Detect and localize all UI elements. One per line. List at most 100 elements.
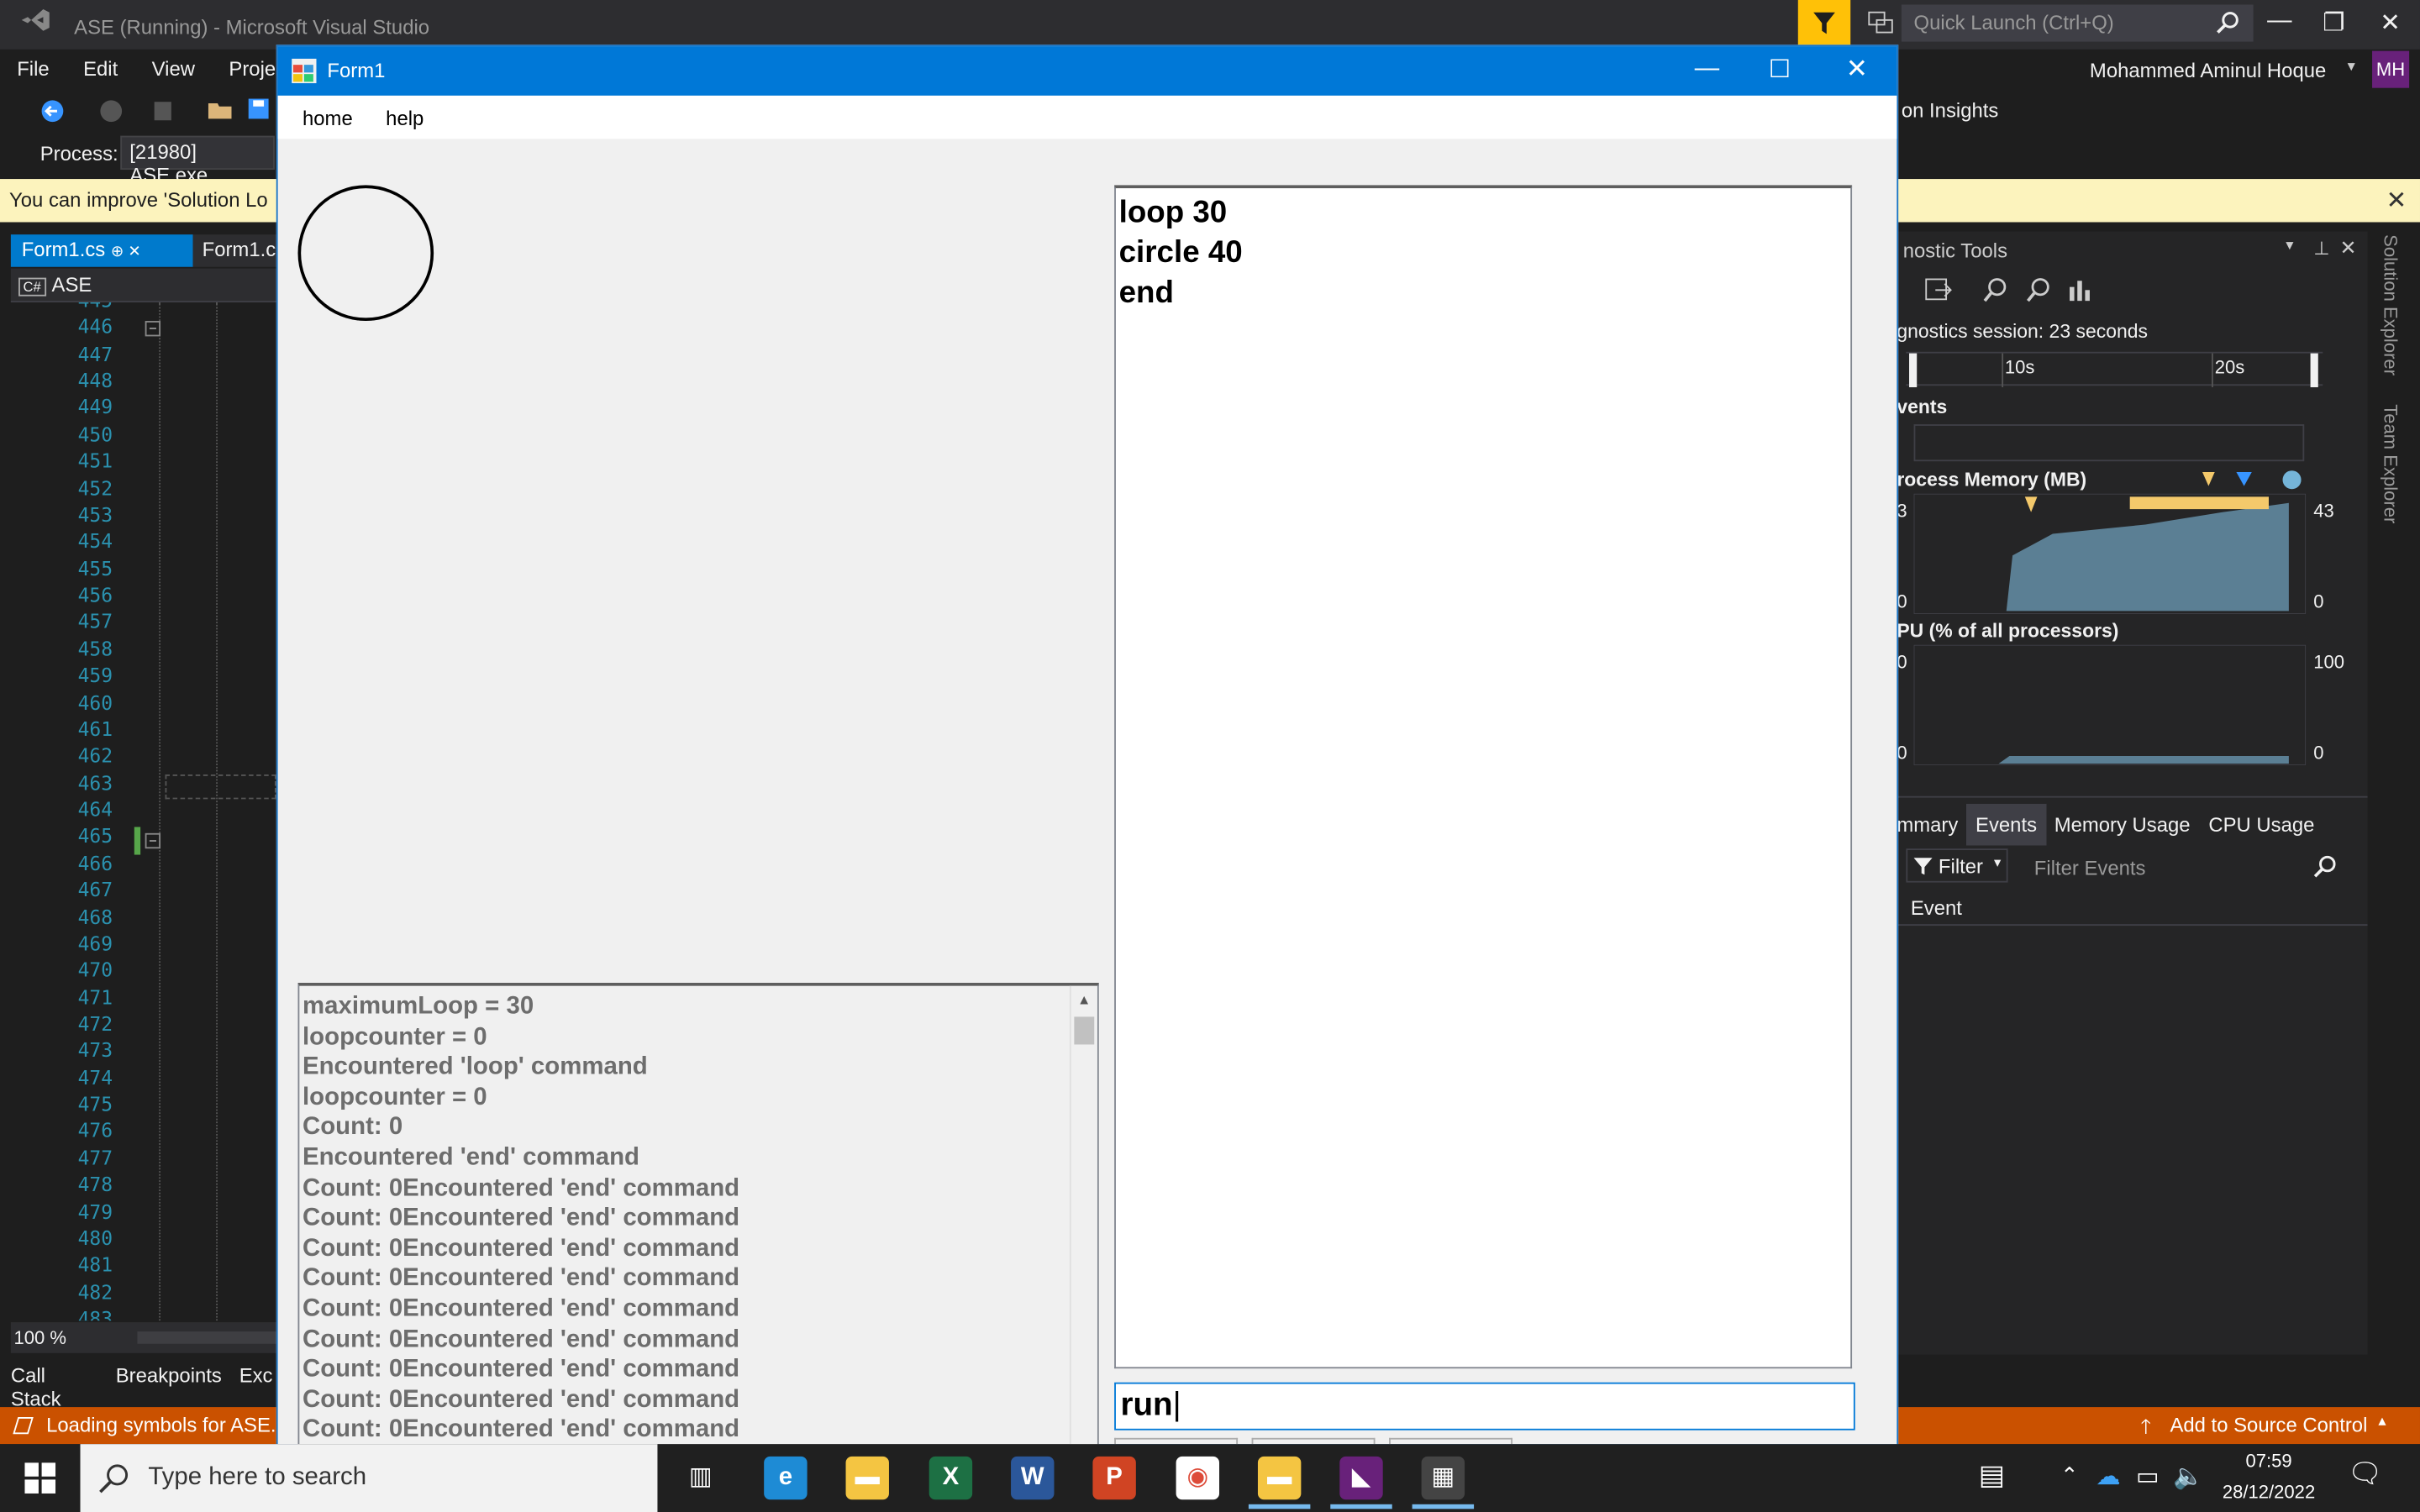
tab-memory-usage[interactable]: Memory Usage — [2054, 813, 2191, 837]
status-left-text: Loading symbols for ASE. — [46, 1413, 276, 1436]
menu-edit[interactable]: Edit — [83, 50, 118, 88]
output-scrollbar[interactable]: ▲ — [1069, 985, 1097, 1445]
zoom-out-icon[interactable] — [2027, 278, 2051, 302]
taskbar-search-box[interactable]: Type here to search — [80, 1444, 658, 1512]
output-line: Encountered 'end' command — [302, 1144, 639, 1172]
source-control-caret-icon[interactable]: ▴ — [2378, 1413, 2386, 1430]
menu-home[interactable]: home — [302, 107, 353, 130]
form-button[interactable] — [1114, 1437, 1239, 1445]
form-close-icon[interactable]: ✕ — [1846, 54, 1868, 85]
line-number: 456 — [77, 583, 113, 606]
nav-project-label: ASE — [51, 273, 92, 297]
process-select[interactable]: [21980] ASE.exe — [120, 135, 275, 186]
form1-window: Form1 — ☐ ✕ home help loop 30 circle 40 … — [276, 45, 1899, 1446]
zoom-in-icon[interactable] — [1983, 278, 2007, 302]
news-icon[interactable]: ▤ — [1979, 1460, 2005, 1493]
tab-events[interactable]: Events — [1965, 803, 2047, 846]
back-icon[interactable] — [40, 99, 65, 123]
quick-launch-placeholder: Quick Launch (Ctrl+Q) — [1913, 10, 2114, 34]
timeline-end-handle[interactable] — [2310, 353, 2318, 388]
scroll-up-icon[interactable]: ▲ — [1077, 992, 1091, 1007]
menu-file[interactable]: File — [17, 50, 49, 88]
diag-menu-icon[interactable]: ▾ — [2286, 238, 2293, 255]
search-icon — [99, 1464, 129, 1494]
tab-form1-cs-label: Form1.cs — [21, 237, 106, 261]
form-minimize-icon[interactable]: — — [1695, 55, 1719, 83]
visual-studio-icon[interactable]: ◣ — [1339, 1456, 1383, 1500]
info-bar-text: You can improve 'Solution Lo — [9, 188, 268, 212]
collapse-icon[interactable]: − — [145, 832, 161, 849]
tab-cpu-usage[interactable]: CPU Usage — [2208, 813, 2314, 837]
folder-icon[interactable]: ▬ — [1257, 1456, 1302, 1500]
search-icon[interactable] — [2217, 11, 2241, 35]
tab-call-stack[interactable]: Call Stack — [11, 1364, 61, 1410]
command-input[interactable]: run| — [1114, 1382, 1855, 1431]
minimize-icon[interactable]: — — [2267, 8, 2291, 35]
form-maximize-icon[interactable]: ☐ — [1769, 54, 1791, 85]
clock-date[interactable]: 28/12/2022 — [2223, 1481, 2315, 1503]
tab-summary[interactable]: mmary — [1897, 813, 1958, 837]
project-nav-bar[interactable]: C# ASE — [10, 268, 281, 302]
menu-view[interactable]: View — [152, 50, 195, 88]
volume-icon[interactable]: 🔈 — [2173, 1461, 2204, 1492]
form-app-icon[interactable]: ▦ — [1421, 1456, 1465, 1500]
reset-zoom-icon[interactable] — [2066, 278, 2091, 302]
edge-icon[interactable]: e — [764, 1456, 808, 1500]
tray-chevron-icon[interactable]: ⌃ — [2060, 1462, 2079, 1488]
column-event[interactable]: Event — [1911, 896, 1962, 920]
diag-pin-icon[interactable]: ⊥ — [2313, 238, 2329, 260]
form-app-icon — [292, 58, 317, 84]
network-icon[interactable]: ▭ — [2136, 1461, 2160, 1492]
tab-exception-settings[interactable]: Exc — [239, 1364, 273, 1388]
current-line-box — [165, 774, 276, 800]
word-icon[interactable]: W — [1011, 1456, 1055, 1500]
tab-form1-cs[interactable]: Form1.cs ⊕ ✕ — [10, 234, 193, 267]
add-to-source-control[interactable]: Add to Source Control — [2170, 1413, 2367, 1436]
chrome-icon[interactable]: ◉ — [1176, 1456, 1220, 1500]
user-dropdown-icon[interactable]: ▾ — [2348, 59, 2355, 76]
new-item-icon[interactable] — [151, 99, 176, 123]
user-name[interactable]: Mohammed Aminul Hoque — [2090, 59, 2326, 82]
notifications-icon[interactable]: 🗨 — [2348, 1458, 2383, 1491]
filter-button[interactable]: Filter ▾ — [1906, 848, 2008, 883]
notification-filter-button[interactable] — [1797, 0, 1851, 47]
scroll-thumb[interactable] — [1074, 1016, 1095, 1045]
filter-events-input[interactable]: Filter Events — [2034, 856, 2146, 879]
feedback-icon[interactable] — [1867, 11, 1895, 35]
powerpoint-icon[interactable]: P — [1092, 1456, 1136, 1500]
info-bar-close-icon[interactable]: ✕ — [2386, 185, 2407, 216]
tab-team-explorer[interactable]: Team Explorer — [2380, 404, 2402, 523]
timeline-ruler[interactable]: 10s 20s — [1906, 351, 2323, 388]
zoom-level[interactable]: 100 % — [14, 1327, 67, 1349]
tab-form1-designer[interactable]: Form1.c — [192, 234, 286, 267]
form-button[interactable] — [1389, 1437, 1512, 1445]
diag-close-icon[interactable]: ✕ — [2339, 236, 2356, 260]
excel-icon[interactable]: X — [929, 1456, 973, 1500]
open-folder-icon[interactable] — [207, 97, 234, 122]
task-view-icon[interactable]: ▥ — [679, 1456, 723, 1500]
file-explorer-icon[interactable]: ▬ — [845, 1456, 889, 1500]
menu-help[interactable]: help — [386, 107, 424, 130]
timeline-start-handle[interactable] — [1909, 353, 1918, 388]
export-icon[interactable] — [1924, 278, 1952, 302]
onedrive-icon[interactable]: ☁ — [2096, 1461, 2120, 1492]
close-icon[interactable]: ✕ — [2380, 8, 2401, 39]
output-line: Count: 0Encountered 'end' command — [302, 1356, 740, 1383]
form-button[interactable] — [1251, 1437, 1376, 1445]
program-textbox[interactable]: loop 30 circle 40 end — [1114, 185, 1853, 1369]
restore-icon[interactable]: ❐ — [2323, 8, 2344, 39]
forward-icon[interactable] — [99, 99, 124, 123]
horizontal-scrollbar[interactable] — [137, 1331, 276, 1344]
insights-label[interactable]: on Insights — [1902, 99, 1998, 123]
save-icon[interactable] — [247, 97, 271, 122]
tab-breakpoints[interactable]: Breakpoints — [116, 1364, 222, 1388]
tab-solution-explorer[interactable]: Solution Explorer — [2380, 234, 2402, 375]
output-log[interactable]: maximumLoop = 30 loopcounter = 0 Encounter… — [297, 982, 1099, 1446]
collapse-icon[interactable]: − — [145, 321, 161, 337]
clock-time[interactable]: 07:59 — [2245, 1451, 2291, 1473]
pin-icon[interactable]: ⊕ ✕ — [111, 244, 141, 260]
search-icon[interactable] — [2313, 855, 2338, 879]
quick-launch-input[interactable]: Quick Launch (Ctrl+Q) — [1901, 4, 2254, 42]
windows-start-icon[interactable] — [24, 1462, 56, 1494]
avatar[interactable]: MH — [2372, 50, 2410, 88]
